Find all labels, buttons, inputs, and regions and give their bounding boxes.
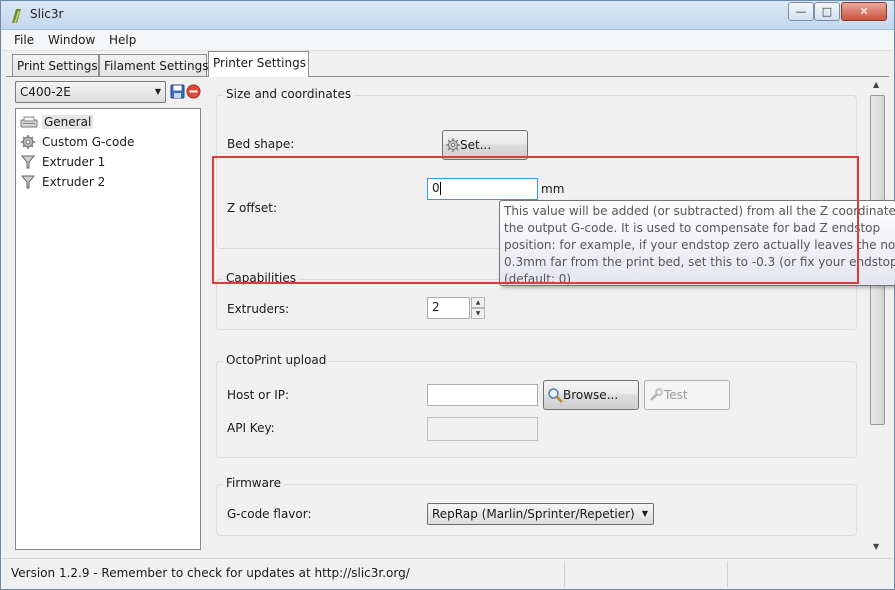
maximize-icon: □ — [821, 5, 833, 18]
spin-up-button[interactable]: ▲ — [471, 297, 485, 308]
status-separator — [727, 561, 728, 587]
tree-item-label: Custom G-code — [42, 135, 135, 149]
slic3r-logo-icon — [12, 9, 21, 23]
funnel-icon — [20, 175, 36, 189]
text-caret — [439, 182, 441, 195]
scroll-up-icon[interactable]: ▲ — [873, 80, 879, 89]
tree-item-extruder-2[interactable]: Extruder 2 — [20, 173, 105, 191]
tab-print-settings[interactable]: Print Settings — [12, 54, 99, 76]
browse-button-label: Browse... — [563, 388, 619, 402]
status-separator — [564, 561, 565, 587]
extruders-label: Extruders: — [227, 302, 290, 316]
extruders-value: 2 — [432, 300, 440, 314]
preset-select-value: C400-2E — [20, 85, 71, 99]
tree-item-label: Extruder 1 — [42, 155, 106, 169]
api-key-input[interactable] — [427, 417, 538, 441]
minimize-icon: — — [795, 5, 807, 18]
chevron-down-icon: ▼ — [154, 87, 161, 96]
status-bar: Version 1.2.9 - Remember to check for up… — [2, 558, 893, 589]
group-title: Capabilities — [223, 271, 299, 285]
title-bar: Slic3r — □ ✕ — [1, 1, 894, 30]
save-icon[interactable] — [170, 84, 185, 99]
chevron-down-icon: ▼ — [475, 310, 481, 317]
preset-select[interactable]: C400-2E ▼ — [15, 81, 166, 103]
chevron-up-icon: ▲ — [475, 299, 481, 306]
gcode-flavor-label: G-code flavor: — [227, 507, 312, 521]
close-button[interactable]: ✕ — [841, 2, 887, 21]
gcode-flavor-select[interactable]: RepRap (Marlin/Sprinter/Repetier) ▼ — [427, 503, 654, 525]
printer-icon — [20, 116, 38, 128]
tree-item-label: General — [42, 115, 94, 129]
gear-icon — [21, 135, 35, 149]
settings-page: Size and coordinates Bed shape: Set... Z… — [205, 79, 869, 553]
app-window: Slic3r — □ ✕ File Window Help Print Sett… — [0, 0, 895, 590]
z-offset-label: Z offset: — [227, 201, 278, 215]
extruders-spinner: ▲ ▼ — [471, 297, 485, 319]
group-title: Size and coordinates — [223, 87, 355, 101]
window-title: Slic3r — [30, 7, 64, 21]
magnifier-icon — [548, 388, 563, 403]
tab-filament-settings[interactable]: Filament Settings — [99, 54, 208, 76]
tab-printer-settings[interactable]: Printer Settings — [208, 51, 309, 77]
scroll-down-icon[interactable]: ▼ — [873, 542, 879, 551]
vertical-scrollbar[interactable]: ▲ ▼ — [869, 79, 886, 553]
menu-bar: File Window Help — [2, 30, 893, 51]
settings-tree: General Custom G-code Extruder 1 Extrude… — [15, 108, 201, 550]
wrench-icon — [650, 388, 663, 401]
bed-shape-set-button-label: Set... — [460, 138, 492, 152]
tree-item-extruder-1[interactable]: Extruder 1 — [20, 153, 105, 171]
group-title: Firmware — [223, 476, 284, 490]
z-offset-unit: mm — [541, 182, 565, 196]
bed-shape-set-button[interactable]: Set... — [442, 130, 528, 160]
menu-window[interactable]: Window — [48, 33, 95, 47]
menu-help[interactable]: Help — [109, 33, 136, 47]
tab-strip: Print Settings Filament Settings Printer… — [1, 51, 894, 77]
chevron-down-icon: ▼ — [641, 509, 648, 518]
spin-down-button[interactable]: ▼ — [471, 308, 485, 319]
z-offset-tooltip: This value will be added (or subtracted)… — [499, 200, 895, 286]
test-button-label: Test — [664, 388, 688, 402]
delete-icon[interactable] — [186, 84, 201, 99]
funnel-icon — [20, 155, 36, 169]
minimize-button[interactable]: — — [788, 2, 814, 21]
bed-shape-label: Bed shape: — [227, 137, 295, 151]
group-octoprint-upload: OctoPrint upload Host or IP: Browse... T… — [216, 353, 857, 458]
z-offset-value: 0 — [432, 181, 440, 195]
group-capabilities: Capabilities Extruders: 2 ▲ ▼ — [216, 271, 857, 330]
gear-icon — [446, 138, 460, 152]
close-icon: ✕ — [859, 5, 869, 18]
group-title: OctoPrint upload — [223, 353, 330, 367]
tree-item-custom-gcode[interactable]: Custom G-code — [20, 133, 134, 151]
tree-item-label: Extruder 2 — [42, 175, 106, 189]
host-label: Host or IP: — [227, 388, 290, 402]
api-key-label: API Key: — [227, 421, 275, 435]
status-text: Version 1.2.9 - Remember to check for up… — [11, 566, 410, 580]
test-button[interactable]: Test — [644, 380, 730, 410]
maximize-button[interactable]: □ — [814, 2, 840, 21]
host-input[interactable] — [427, 384, 538, 406]
tree-item-general[interactable]: General — [20, 113, 94, 131]
group-firmware: Firmware G-code flavor: RepRap (Marlin/S… — [216, 476, 857, 536]
menu-file[interactable]: File — [14, 33, 34, 47]
z-offset-input[interactable]: 0 — [427, 178, 538, 200]
gcode-flavor-value: RepRap (Marlin/Sprinter/Repetier) — [432, 507, 635, 521]
browse-button[interactable]: Browse... — [543, 380, 639, 410]
extruders-input[interactable]: 2 — [427, 297, 470, 319]
